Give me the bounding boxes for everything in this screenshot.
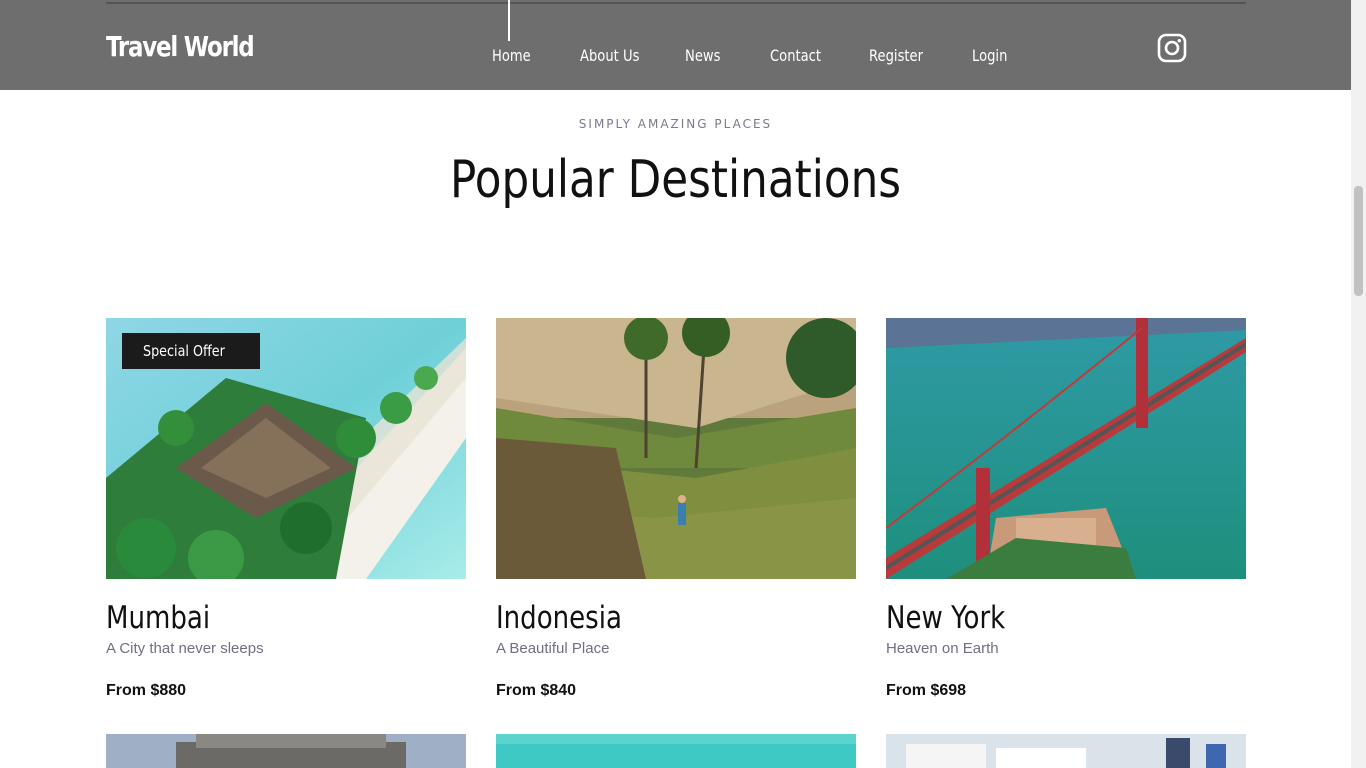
- active-nav-marker: [508, 0, 510, 41]
- destination-image-row2-3[interactable]: [886, 734, 1246, 768]
- destination-name[interactable]: New York: [886, 599, 1188, 637]
- destination-tagline: Heaven on Earth: [886, 640, 999, 657]
- page: Travel World Home About Us News Contact …: [0, 0, 1351, 768]
- destination-name[interactable]: Mumbai: [106, 599, 408, 637]
- destination-image-mumbai[interactable]: Special Offer: [106, 318, 466, 579]
- site-header: Travel World Home About Us News Contact …: [0, 0, 1351, 90]
- destination-card-new-york[interactable]: New York Heaven on Earth From $698: [886, 318, 1246, 701]
- scrollbar-thumb[interactable]: [1354, 186, 1363, 296]
- section-eyebrow: SIMPLY AMAZING PLACES: [578, 117, 773, 131]
- destination-card-mumbai[interactable]: Special Offer Mumbai A City that never s…: [106, 318, 466, 701]
- section-title: Popular Destinations: [449, 150, 902, 210]
- destination-price: From $880: [106, 682, 187, 699]
- destination-image-row2-2[interactable]: [496, 734, 856, 768]
- nav-contact[interactable]: Contact: [770, 46, 821, 65]
- nav-about-us[interactable]: About Us: [580, 46, 639, 65]
- destination-card-indonesia[interactable]: Indonesia A Beautiful Place From $840: [496, 318, 856, 701]
- header-top-line: [106, 2, 1246, 4]
- destination-image-row2-1[interactable]: [106, 734, 466, 768]
- destination-price: From $840: [496, 682, 577, 699]
- destination-image-indonesia[interactable]: [496, 318, 856, 579]
- destination-tagline: A City that never sleeps: [106, 640, 264, 657]
- destination-name[interactable]: Indonesia: [496, 599, 798, 637]
- special-offer-badge: Special Offer: [122, 333, 261, 369]
- site-logo[interactable]: Travel World: [106, 30, 255, 63]
- destination-tagline: A Beautiful Place: [496, 640, 610, 657]
- page-scrollbar[interactable]: [1351, 0, 1366, 768]
- nav-news[interactable]: News: [685, 46, 720, 65]
- nav-login[interactable]: Login: [972, 46, 1007, 65]
- nav-home[interactable]: Home: [492, 46, 531, 65]
- destination-price: From $698: [886, 682, 967, 699]
- instagram-icon[interactable]: [1157, 33, 1187, 63]
- nav-register[interactable]: Register: [869, 46, 923, 65]
- destination-image-new-york[interactable]: [886, 318, 1246, 579]
